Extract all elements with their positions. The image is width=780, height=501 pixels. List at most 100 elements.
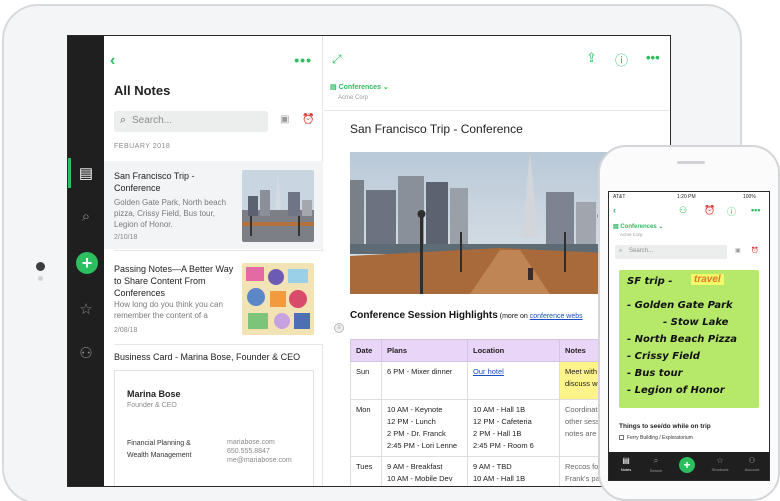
add-user-icon[interactable]: ⚇ [679,205,687,216]
cell-line: 12 PM - Lunch [387,417,436,426]
tab-label: Search [649,468,663,473]
tab-bar: ▤ Notes ⌕ Search + ☆ Shortcuts ⚇ Account [609,452,769,480]
marketing-composite: ▤ ⌕ + ☆ ⚇ ‹ ••• All Notes ⌕ Search... ▣ … [0,0,780,501]
add-note-button[interactable]: + [679,457,695,473]
cell-line: 12 PM - Cafeteria [473,417,532,426]
status-bar: AT&T 1:20 PM 100% [609,192,769,202]
more-options-icon[interactable]: ••• [751,205,760,215]
back-chevron-icon[interactable]: ‹ [613,205,616,215]
more-options-icon[interactable]: ••• [646,50,660,65]
table-cell[interactable]: Tues [350,456,382,486]
editor-divider [324,110,670,111]
cell-line: 2 PM - Dr. Franck [387,429,446,438]
note-date: 2/10/18 [114,234,138,241]
table-cell[interactable]: 10 AM - Keynote 12 PM - Lunch 2 PM - Dr.… [381,399,468,457]
table-cell[interactable]: 10 AM - Hall 1B 12 PM - Cafeteria 2 PM -… [467,399,560,457]
more-options-icon[interactable]: ••• [294,52,312,68]
table-cell[interactable]: Our hotel [467,361,560,400]
account-icon[interactable]: ⚇ [68,344,104,362]
reminder-alarm-icon[interactable]: ⏰ [751,247,758,254]
section-heading-text: Conference Session Highlights [350,310,498,321]
checkbox[interactable] [619,435,624,441]
conference-website-link[interactable]: conference webs [530,313,583,320]
search-input[interactable]: ⌕ Search... [615,245,727,259]
table-row: Sun 6 PM - Mixer dinner Our hotel Meet w… [350,361,620,400]
back-chevron-icon[interactable]: ‹ [110,52,115,70]
info-icon[interactable]: ⓘ [615,50,628,69]
month-header: FEBUARY 2018 [114,143,171,150]
schedule-table: Date Plans Location Notes Sun 6 PM - Mix… [350,339,620,486]
cell-line: 10 AM - Hall 1B [473,405,526,414]
card-company-line: Financial Planning & [127,440,191,447]
checklist-item-label: Ferry Building / Exploratorium [627,435,693,441]
cell-line: 2:45 PM - Lori Lenne [387,441,458,450]
org-name: Acme Corp [620,232,643,237]
notes-icon[interactable]: ▤ [68,164,104,182]
table-header-cell: Date [350,339,382,362]
iphone-speaker [677,161,705,164]
search-placeholder: Search... [132,115,173,126]
table-header-cell: Location [467,339,560,362]
table-drag-handle[interactable]: ≡ [334,323,344,333]
search-input[interactable]: ⌕ Search... [114,111,268,132]
tab-search[interactable]: ⌕ Search [641,456,671,473]
notes-list-panel: ‹ ••• All Notes ⌕ Search... ▣ ⏰ FEBUARY … [104,36,323,486]
battery-label: 100% [743,194,756,200]
phone-toolbar: ‹ ⚇ ⏰ ⓘ ••• [609,203,769,219]
sticky-line: - Crissy Field [627,351,700,362]
heading-more-prefix: (more on [497,313,530,320]
note-title: San Francisco Trip - Conference [114,171,195,193]
cell-line: 6 PM - Mixer dinner [387,367,453,376]
table-cell[interactable]: Mon [350,399,382,457]
cell-line: 10 AM - Mobile Dev [387,474,453,483]
navigation-rail: ▤ ⌕ + ☆ ⚇ [68,36,104,486]
note-list-item[interactable]: Passing Notes—A Better Way to Share Cont… [104,252,323,344]
sticky-line: - Legion of Honor [627,385,725,396]
cell-line: 2 PM - Hall 1B [473,429,522,438]
note-title-field[interactable]: San Francisco Trip - Conference [350,122,523,136]
table-header-cell: Plans [381,339,468,362]
org-name: Acme Corp [338,95,369,101]
hotel-link[interactable]: Our hotel [473,367,504,376]
table-cell[interactable]: 9 AM - TBD 10 AM - Hall 1B [467,456,560,486]
table-cell[interactable]: Sun [350,361,382,400]
add-note-button[interactable]: + [76,252,98,274]
cell-line: 10 AM - Hall 1B [473,474,526,483]
sticky-line: - Bus tour [627,368,683,379]
card-company-line: Wealth Management [127,452,192,459]
lock-icon[interactable]: ▣ [280,114,289,125]
note-list-item[interactable]: San Francisco Trip - Conference Golden G… [104,161,323,249]
expand-icon[interactable]: ⤢ [332,52,342,67]
table-cell[interactable]: 6 PM - Mixer dinner [381,361,468,400]
card-company: Financial Planning & Wealth Management [127,438,191,462]
search-icon[interactable]: ⌕ [68,208,104,225]
table-row: Tues 9 AM - Breakfast 10 AM - Mobile Dev… [350,456,620,486]
notebook-selector[interactable]: ▤ Conferences ⌄ [330,83,389,91]
reminder-alarm-icon[interactable]: ⏰ [704,205,715,216]
tab-label: Notes [620,467,632,472]
note-title[interactable]: Business Card - Marina Bose, Founder & C… [114,352,300,362]
card-role: Founder & CEO [127,402,177,409]
sticky-line: - Stow Lake [663,317,729,328]
share-icon[interactable]: ⇪ [586,50,597,66]
lock-icon[interactable]: ▣ [735,247,741,254]
shortcuts-star-icon[interactable]: ☆ [68,300,104,318]
tab-account[interactable]: ⚇ Account [737,456,767,472]
note-thumbnail-city [242,170,314,242]
ipad-sensor [38,276,43,281]
reminder-alarm-icon[interactable]: ⏰ [302,114,314,125]
handwritten-sticky-note-image: SF trip - travel - Golden Gate Park - St… [619,270,759,408]
info-icon[interactable]: ⓘ [727,205,736,218]
tab-shortcuts[interactable]: ☆ Shortcuts [705,456,735,472]
business-card-image[interactable]: Marina Bose Founder & CEO Financial Plan… [114,370,314,486]
card-email: me@mariabose.com [227,457,292,464]
sticky-line: - North Beach Pizza [627,334,738,345]
notebook-selector[interactable]: ▤ Conferences ⌄ [613,223,663,230]
checklist-item[interactable]: Ferry Building / Exploratorium [619,435,693,441]
tab-notes[interactable]: ▤ Notes [611,456,641,472]
iphone-screen: AT&T 1:20 PM 100% ‹ ⚇ ⏰ ⓘ ••• ▤ Conferen… [608,191,770,481]
sticky-line: SF trip - [627,276,673,287]
carrier-label: AT&T [613,194,626,200]
table-cell[interactable]: 9 AM - Breakfast 10 AM - Mobile Dev [381,456,468,486]
ipad-screen: ▤ ⌕ + ☆ ⚇ ‹ ••• All Notes ⌕ Search... ▣ … [67,35,671,487]
